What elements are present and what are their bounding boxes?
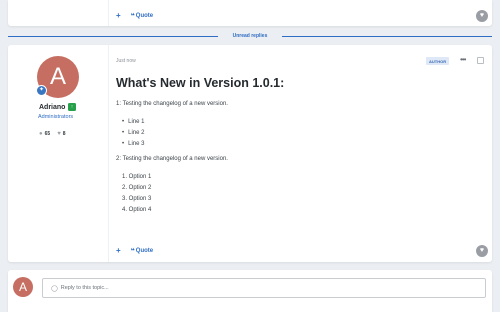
react-heart-icon[interactable]: ♥ [476,245,488,257]
rank-badge-icon: ↑ [68,103,76,111]
author-badge: AUTHOR [426,57,450,65]
add-to-multiquote-button[interactable]: + [116,246,121,255]
comment-icon: ● [39,131,43,137]
post-heading: What's New in Version 1.0.1: [116,76,285,90]
author-column-divider [108,0,109,26]
heart-icon: ♥ [57,131,61,137]
quote-icon: ❝ [130,12,135,20]
quote-icon: ❝ [130,247,135,255]
list-item: Line 3 [122,139,144,150]
bullet-list: Line 1 Line 2 Line 3 [122,117,144,150]
add-to-multiquote-button[interactable]: + [116,11,121,20]
list-item: 1. Option 1 [122,174,152,180]
quote-button[interactable]: ❝ Quote [131,12,153,20]
list-item: Line 1 [122,117,144,128]
post-paragraph-1: 1: Testing the changelog of a new versio… [116,101,228,107]
posts-count-stat: ● 65 [39,131,50,137]
previous-post-card: + ❝ Quote ♥ [8,0,492,26]
list-item: 3. Option 3 [122,196,152,202]
staff-badge-icon: ✦ [36,85,47,96]
current-user-avatar: A [13,277,33,297]
numbered-list: 1. Option 1 2. Option 2 3. Option 3 4. O… [122,172,151,216]
author-name[interactable]: Adriano [39,104,65,111]
quote-label: Quote [135,12,154,19]
author-stats: ● 65 ♥ 8 [39,131,66,137]
unread-replies-label: Unread replies [8,33,492,39]
reply-placeholder: Reply to this topic... [60,285,109,291]
post-paragraph-2: 2: Testing the changelog of a new versio… [116,156,228,162]
quote-button[interactable]: ❝ Quote [131,247,153,255]
unread-replies-divider: Unread replies [8,31,492,41]
list-item: Line 2 [122,128,144,139]
posts-count: 65 [44,131,51,137]
react-heart-icon[interactable]: ♥ [476,10,488,22]
list-item: 2. Option 2 [122,185,152,191]
reply-section: A ◯ Reply to this topic... [8,270,492,312]
likes-count: 8 [62,131,66,137]
reply-input[interactable]: ◯ Reply to this topic... [42,278,486,298]
likes-count-stat: ♥ 8 [57,131,65,137]
list-item: 4. Option 4 [122,207,152,213]
post-options-button[interactable]: ••• [460,55,466,64]
select-post-checkbox[interactable] [477,57,484,64]
quote-label: Quote [135,247,154,254]
comment-icon: ◯ [51,285,58,292]
author-column-divider [108,45,109,262]
previous-post-actions: + ❝ Quote [116,11,153,20]
post-card: A ✦ Adriano ↑ Administrators ● 65 ♥ 8 Ju… [8,45,492,262]
author-group: Administrators [38,114,74,120]
post-actions: + ❝ Quote [116,246,153,255]
post-timestamp[interactable]: Just now [116,58,136,64]
